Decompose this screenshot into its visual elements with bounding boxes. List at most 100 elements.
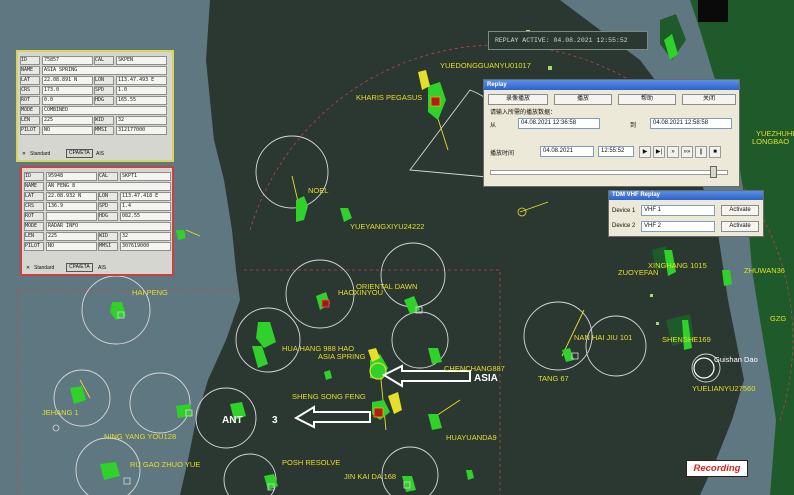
field-value: 173.0 [42, 86, 93, 95]
field-key: LON [94, 76, 114, 85]
ship-label: ZHUWAN36 [744, 266, 785, 275]
activate2-button[interactable]: Activate [721, 221, 759, 232]
panel-row: ROT 0.0 HDG 165.55 [20, 96, 170, 105]
device1-select[interactable]: VHF 1 [641, 205, 715, 216]
ship-label: SHENG SONG FENG [292, 392, 366, 401]
field-key: MMSI [94, 126, 114, 135]
three-annotation: 3 [272, 415, 278, 426]
ship-label: HUAYUANDA9 [446, 433, 497, 442]
field-value: ASIA SPRING [42, 66, 167, 75]
field-key: LEN [20, 116, 40, 125]
asia-annotation: ASIA [474, 373, 498, 384]
time-field[interactable]: 12:55:52 [598, 146, 634, 157]
close-button[interactable]: 关闭 [682, 94, 736, 105]
play-button[interactable]: 播放 [554, 94, 612, 105]
panel-row: LEN 225 WID 32 [20, 116, 170, 125]
from-field[interactable]: 04.08.2021 12:36:58 [518, 118, 600, 129]
panel-row: LEN 225 WID 32 [24, 232, 171, 241]
field-value: 22.08.891 N [42, 76, 93, 85]
panel-close-icon[interactable]: ✕ [25, 264, 31, 272]
field-value: 113.47.418 E [120, 192, 171, 201]
fast-forward-icon[interactable]: » [667, 146, 679, 158]
stop-icon[interactable]: ■ [709, 146, 721, 158]
field-key: WID [98, 232, 118, 241]
target-info-panel-1[interactable]: ID 75857 CAL SKPEN NAME ASIA SPRING LAT 22.08.8… [16, 50, 174, 162]
recording-text: Recording [693, 463, 741, 474]
faster-forward-icon[interactable]: »» [681, 146, 693, 158]
tab-standard[interactable]: Standard [30, 150, 50, 158]
ship-label: JEHANG 1 [42, 408, 79, 417]
field-key: HDG [94, 96, 114, 105]
ship-label: Guishan Dao [714, 355, 758, 364]
ship-label: CHENCHANG887 [444, 364, 505, 373]
ship-label: ORIENTAL DAWN [356, 282, 418, 291]
vhf-replay-window[interactable]: TDM VHF Replay Device 1 VHF 1 Activate D… [608, 190, 764, 237]
ship-label: KHARIS PEGASUS [356, 93, 423, 102]
to-field[interactable]: 04.08.2021 12:58:58 [650, 118, 732, 129]
tab-cpa-eta[interactable]: CPA/ETA [66, 263, 93, 272]
panel-close-icon[interactable]: ✕ [21, 150, 27, 158]
tab-cpa-eta[interactable]: CPA/ETA [66, 149, 93, 158]
field-value: 136.9 [46, 202, 97, 211]
replay-active-text: REPLAY ACTIVE: 04.08.2021 12:55:52 [495, 37, 628, 44]
field-key: MODE [24, 222, 44, 231]
ship-label: YUEDONGGUANYU01017 [440, 61, 531, 70]
time-label: 播放时间 [490, 151, 515, 157]
field-value: RADAR INFO [46, 222, 171, 231]
field-key: ID [24, 172, 44, 181]
activate1-button[interactable]: Activate [721, 205, 759, 216]
play-icon[interactable]: ▶ [639, 146, 651, 158]
field-value: 225 [42, 116, 93, 125]
field-key: SPD [98, 202, 118, 211]
panel-row: CRS 136.9 SPD 1.4 [24, 202, 171, 211]
field-key: CAL [98, 172, 118, 181]
tab-ais[interactable]: AIS [98, 264, 106, 272]
panel-row: LAT 22.08.891 N LON 113.47.493 E [20, 76, 170, 85]
field-value: COMBINED [42, 106, 167, 115]
replay-active-banner: REPLAY ACTIVE: 04.08.2021 12:55:52 [488, 31, 648, 50]
tab-ais[interactable]: AIS [96, 150, 104, 158]
pause-icon[interactable]: || [695, 146, 707, 158]
field-key: HDG [98, 212, 118, 221]
field-value: 95948 [46, 172, 97, 181]
field-value: 113.47.493 E [116, 76, 167, 85]
replay-window[interactable]: Replay 录像播放 播放 帮助 关闭 请输入所需的播放数据： 从 04.08… [483, 79, 740, 187]
panel-row: MODE RADAR INFO [24, 222, 171, 231]
device2-label: Device 2 [612, 223, 636, 229]
field-value: 312177000 [116, 126, 167, 135]
ship-label: HAI PENG [132, 288, 168, 297]
panel-row: ID 95948 CAL SKPT1 [24, 172, 171, 181]
field-key: ID [20, 56, 40, 65]
panel-row: MODE COMBINED [20, 106, 170, 115]
field-value: 32 [120, 232, 171, 241]
field-value: 082.55 [120, 212, 171, 221]
field-key: MODE [20, 106, 40, 115]
replay-slider-track[interactable] [490, 170, 728, 175]
field-value: SKPEN [116, 56, 167, 65]
step-forward-icon[interactable]: ▶| [653, 146, 665, 158]
record-play-button[interactable]: 录像播放 [488, 94, 548, 105]
field-key: MMSI [98, 242, 118, 251]
replay-slider-thumb[interactable] [710, 166, 717, 178]
tab-standard[interactable]: Standard [34, 264, 54, 272]
field-key: CRS [24, 202, 44, 211]
ship-label: LONGBAO [752, 137, 790, 146]
field-value: 75857 [42, 56, 93, 65]
panel-row: PILOT NO MMSI 307619000 [24, 242, 171, 251]
replay-title: Replay [484, 80, 739, 90]
ship-label: YUEYANGXIYU24222 [350, 222, 425, 231]
field-key: CAL [94, 56, 114, 65]
device2-select[interactable]: VHF 2 [641, 221, 715, 232]
help-button[interactable]: 帮助 [618, 94, 676, 105]
field-value: 307619000 [120, 242, 171, 251]
ship-label: YUELIANYU27560 [692, 384, 756, 393]
field-value: SKPT1 [120, 172, 171, 181]
field-key: LEN [24, 232, 44, 241]
target-info-panel-2[interactable]: ID 95948 CAL SKPT1 NAME AN FENG 8 LAT 22.08.932… [20, 166, 174, 276]
replay-hint: 请输入所需的播放数据： [490, 110, 557, 116]
field-key: CRS [20, 86, 40, 95]
panel-row: NAME AN FENG 8 [24, 182, 171, 191]
field-value: 22.08.932 N [46, 192, 97, 201]
panel-row: CRS 173.0 SPD 1.0 [20, 86, 170, 95]
date-field[interactable]: 04.08.2021 [540, 146, 594, 157]
